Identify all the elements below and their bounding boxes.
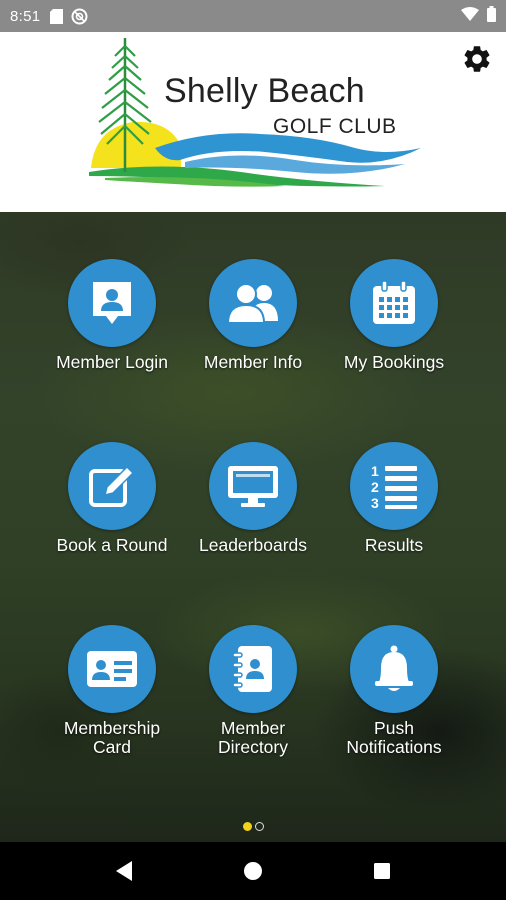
page-dot-active[interactable] xyxy=(242,821,252,831)
edit-icon xyxy=(68,442,156,530)
contacts-book-icon xyxy=(209,625,297,713)
calendar-icon xyxy=(350,259,438,347)
do-not-disturb-icon xyxy=(71,8,88,25)
results-label: Results xyxy=(364,535,424,555)
svg-text:2: 2 xyxy=(371,479,379,495)
member-info-button[interactable]: Member Info xyxy=(178,259,328,372)
app-header: Shelly Beach GOLF CLUB xyxy=(0,32,506,212)
page-dot-inactive[interactable] xyxy=(254,821,264,831)
member-info-label: Member Info xyxy=(203,352,303,372)
my-bookings-label: My Bookings xyxy=(343,352,445,372)
member-login-button[interactable]: Member Login xyxy=(37,259,187,372)
members-icon xyxy=(209,259,297,347)
settings-button[interactable] xyxy=(458,40,496,78)
results-button[interactable]: 1 2 3 Results xyxy=(319,442,469,555)
id-card-icon xyxy=(68,625,156,713)
background-image: Member Login Member Info My Bookings Boo… xyxy=(0,212,506,842)
member-login-label: Member Login xyxy=(56,352,168,372)
home-button[interactable] xyxy=(233,851,273,891)
book-a-round-label: Book a Round xyxy=(56,535,168,555)
svg-text:1: 1 xyxy=(371,463,379,479)
my-bookings-button[interactable]: My Bookings xyxy=(319,259,469,372)
logo-title: Shelly Beach xyxy=(164,72,365,110)
gear-icon xyxy=(464,46,490,72)
navigation-bar xyxy=(0,842,506,900)
recents-icon xyxy=(373,863,390,879)
leaderboards-button[interactable]: Leaderboards xyxy=(178,442,328,555)
member-directory-label: Member Directory xyxy=(217,718,288,757)
home-icon xyxy=(243,862,262,880)
push-notifications-label: Push Notifications xyxy=(346,718,442,757)
member-directory-button[interactable]: Member Directory xyxy=(178,625,328,757)
leaderboards-label: Leaderboards xyxy=(199,535,307,555)
page-indicator xyxy=(0,820,506,832)
svg-text:3: 3 xyxy=(371,495,379,511)
monitor-icon xyxy=(209,442,297,530)
sd-card-icon xyxy=(50,8,64,24)
logo-subtitle: GOLF CLUB xyxy=(273,115,397,138)
battery-icon xyxy=(487,6,496,26)
back-icon xyxy=(116,861,133,881)
status-bar: 8:51 xyxy=(0,0,506,32)
book-a-round-button[interactable]: Book a Round xyxy=(37,442,187,555)
membership-card-label: Membership Card xyxy=(63,718,161,757)
status-time: 8:51 xyxy=(10,7,41,25)
numbered-list-icon: 1 2 3 xyxy=(350,442,438,530)
member-login-icon xyxy=(68,259,156,347)
back-button[interactable] xyxy=(104,851,144,891)
push-notifications-button[interactable]: Push Notifications xyxy=(319,625,469,757)
membership-card-button[interactable]: Membership Card xyxy=(37,625,187,757)
menu-grid: Member Login Member Info My Bookings Boo… xyxy=(0,212,506,842)
recents-button[interactable] xyxy=(362,851,402,891)
bell-icon xyxy=(350,625,438,713)
wifi-icon xyxy=(461,7,479,25)
